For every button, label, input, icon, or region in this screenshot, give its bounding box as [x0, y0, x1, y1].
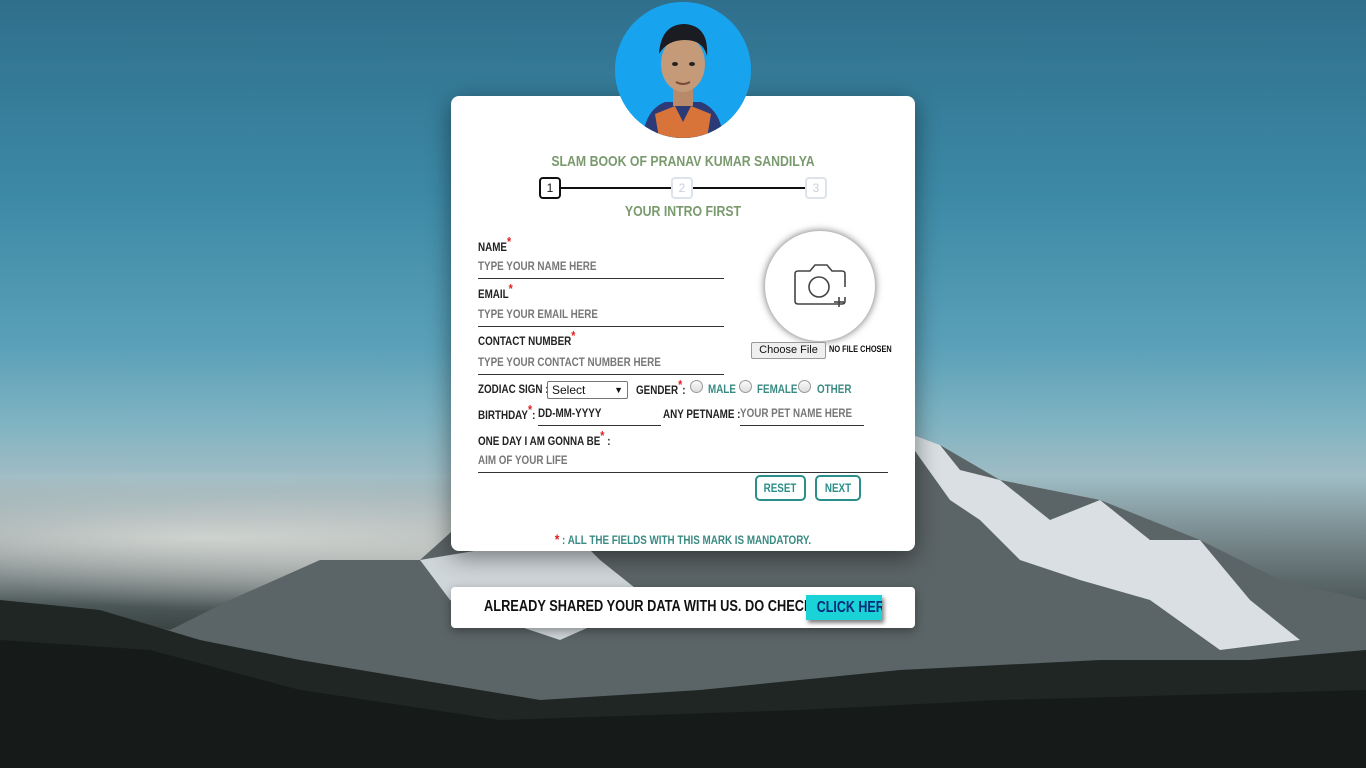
section-subtitle: YOUR INTRO FIRST [624, 203, 742, 220]
gender-option-male[interactable]: MALE [708, 382, 736, 396]
click-here-button[interactable]: CLICK HERE [806, 595, 882, 620]
step-connector [561, 187, 671, 189]
gender-label: GENDER*: [636, 377, 686, 397]
reset-button[interactable]: RESET [755, 475, 806, 501]
aim-input[interactable]: AIM OF YOUR LIFE [478, 453, 888, 473]
slam-book-form-card: SLAM BOOK OF PRANAV KUMAR SANDILYA 1 2 3… [451, 96, 915, 551]
name-label: NAME* [478, 234, 512, 254]
required-mark: * [571, 328, 576, 343]
petname-input[interactable]: YOUR PET NAME HERE [740, 406, 864, 426]
required-mark: * [678, 377, 683, 392]
no-file-chosen-text: NO FILE CHOSEN [829, 344, 892, 354]
gender-option-female[interactable]: FEMALE [757, 382, 797, 396]
birthday-input[interactable]: DD-MM-YYYY [538, 406, 661, 426]
step-connector [693, 187, 805, 189]
birthday-label: BIRTHDAY*: [478, 402, 536, 422]
mandatory-note: * : ALL THE FIELDS WITH THIS MARK IS MAN… [554, 531, 812, 547]
required-mark: * [508, 281, 513, 296]
step-2[interactable]: 2 [671, 177, 693, 199]
dropdown-arrow-icon: ▼ [614, 385, 623, 395]
gender-radio-male[interactable] [690, 380, 703, 393]
person-photo-icon [615, 2, 751, 138]
email-input[interactable]: TYPE YOUR EMAIL HERE [478, 307, 724, 327]
required-mark: * [527, 402, 533, 417]
already-shared-text: ALREADY SHARED YOUR DATA WITH US. DO CHE… [484, 598, 829, 615]
step-1[interactable]: 1 [539, 177, 561, 199]
zodiac-label: ZODIAC SIGN : [478, 382, 549, 396]
email-label: EMAIL* [478, 281, 513, 301]
choose-file-button[interactable]: Choose File [751, 342, 826, 359]
name-input[interactable]: TYPE YOUR NAME HERE [478, 259, 724, 279]
gender-radio-female[interactable] [739, 380, 752, 393]
contact-label: CONTACT NUMBER* [478, 328, 576, 348]
required-mark: * [506, 234, 512, 249]
step-indicator: 1 2 3 [539, 177, 829, 201]
gender-radio-other[interactable] [798, 380, 811, 393]
gender-option-other[interactable]: OTHER [817, 382, 851, 396]
page-title: SLAM BOOK OF PRANAV KUMAR SANDILYA [551, 153, 815, 170]
zodiac-select[interactable]: Select ▼ [547, 381, 628, 399]
contact-number-input[interactable]: TYPE YOUR CONTACT NUMBER HERE [478, 355, 724, 375]
camera-plus-icon [794, 264, 846, 307]
required-mark: * [600, 428, 605, 443]
aim-label: ONE DAY I AM GONNA BE* : [478, 428, 611, 448]
required-mark: * [554, 531, 560, 547]
next-button[interactable]: NEXT [815, 475, 861, 501]
already-shared-bar: ALREADY SHARED YOUR DATA WITH US. DO CHE… [451, 587, 915, 628]
petname-label: ANY PETNAME : [663, 407, 741, 421]
profile-avatar [615, 2, 751, 138]
photo-upload-preview[interactable] [765, 231, 875, 341]
step-3[interactable]: 3 [805, 177, 827, 199]
